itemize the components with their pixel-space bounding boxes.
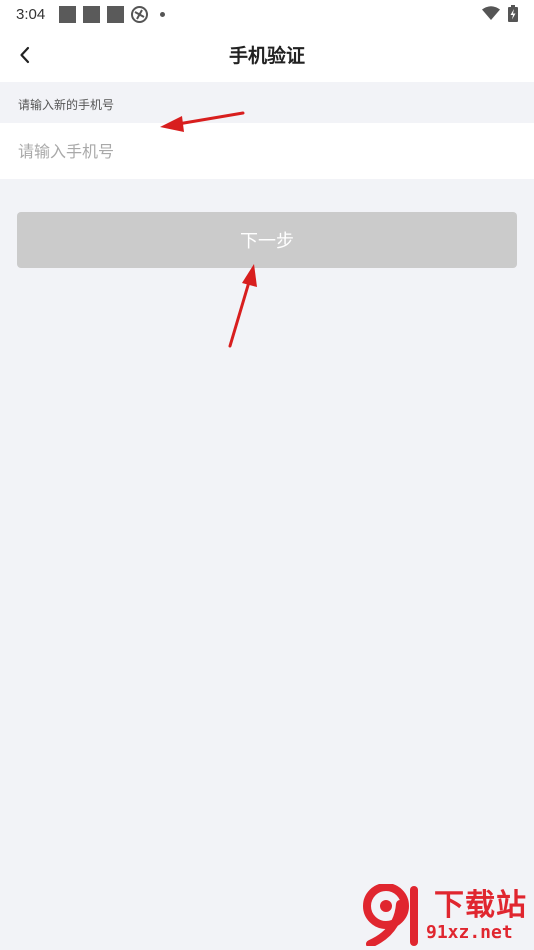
watermark: 下载站 91xz.net [360,880,532,948]
notification-icon [83,5,101,23]
watermark-domain: 91xz.net [426,922,513,943]
nav-bar: 手机验证 [0,28,534,82]
watermark-title: 下载站 [434,888,527,923]
status-time: 3:04 [16,5,46,23]
status-bar: 3:04 [0,0,534,28]
phone-input[interactable] [0,123,534,179]
annotation-arrow-to-button [228,264,257,348]
next-step-button[interactable]: 下一步 [17,212,517,268]
battery-charging-icon [508,5,518,22]
dot-icon [160,11,166,17]
app-notification-icon [131,5,149,23]
wifi-icon [482,6,500,20]
phone-input-row [0,123,534,179]
status-indicators [482,5,518,22]
watermark-logo-icon [363,884,418,946]
notification-icon [107,5,125,23]
phone-field-label: 请输入新的手机号 [18,98,115,112]
page-title: 手机验证 [228,45,305,67]
notification-icon [59,5,77,23]
